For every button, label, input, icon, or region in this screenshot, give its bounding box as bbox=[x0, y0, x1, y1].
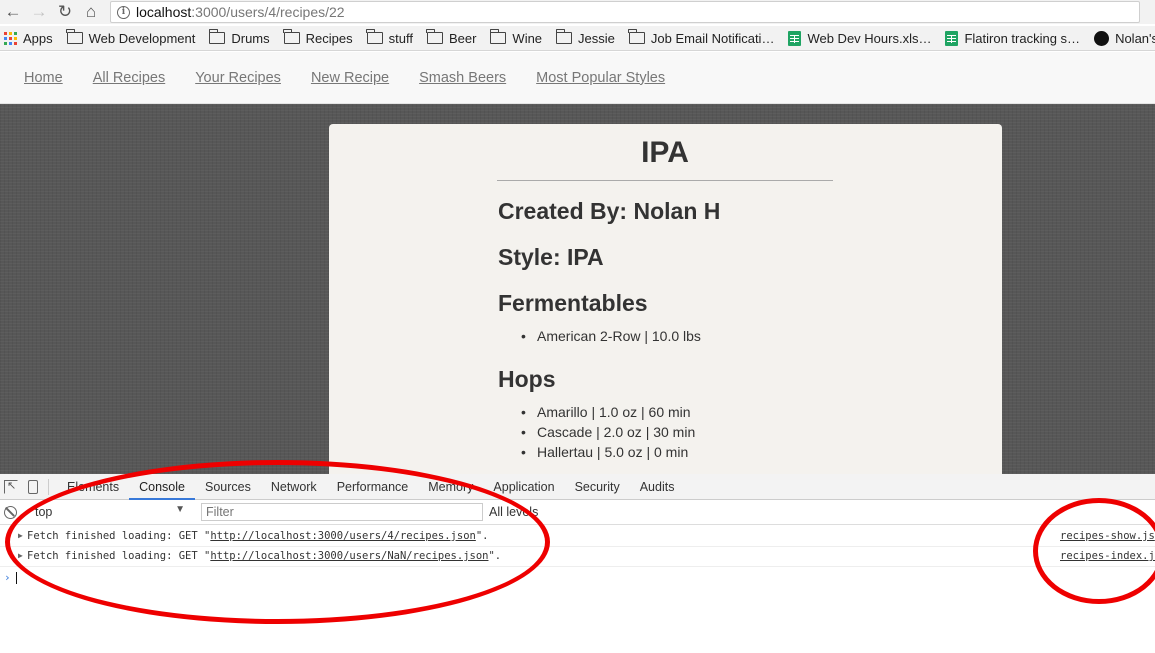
console-toolbar: top ▼ All levels bbox=[0, 500, 1155, 525]
bookmark-label: Beer bbox=[448, 30, 477, 46]
bookmarks-bar: Apps Web Development Drums Recipes stuff… bbox=[0, 26, 1155, 51]
tab-sources[interactable]: Sources bbox=[195, 474, 261, 500]
tab-security[interactable]: Security bbox=[565, 474, 630, 500]
bookmark-label: Drums bbox=[231, 30, 270, 46]
context-selector[interactable]: top ▼ bbox=[35, 504, 185, 519]
log-source-link[interactable]: recipes-index.js bbox=[1060, 550, 1155, 562]
console-log-line: ▶ Fetch finished loading: GET "http://lo… bbox=[0, 527, 1155, 547]
folder-icon bbox=[555, 29, 573, 44]
url-path: :3000/users/4/recipes/22 bbox=[191, 4, 345, 20]
log-message: Fetch finished loading: GET "http://loca… bbox=[27, 530, 489, 542]
hop-item: Cascade | 2.0 oz | 30 min bbox=[519, 422, 695, 442]
nav-all-recipes-link[interactable]: All Recipes bbox=[93, 70, 166, 86]
devtools-panel: Elements Console Sources Network Perform… bbox=[0, 474, 1155, 653]
bookmark-stuff[interactable]: stuff bbox=[366, 29, 421, 46]
folder-icon bbox=[366, 29, 383, 44]
github-icon bbox=[1094, 30, 1110, 46]
tab-console[interactable]: Console bbox=[129, 474, 195, 500]
hops-heading: Hops bbox=[498, 366, 556, 392]
recipe-title: IPA bbox=[497, 136, 833, 181]
tab-application[interactable]: Application bbox=[483, 474, 564, 500]
sheets-icon bbox=[945, 30, 959, 46]
browser-toolbar: ← → ↻ ⌂ i localhost:3000/users/4/recipes… bbox=[0, 0, 1155, 24]
folder-icon bbox=[628, 29, 645, 44]
bookmark-label: Web Development bbox=[88, 30, 196, 46]
nav-home-link[interactable]: Home bbox=[24, 70, 63, 86]
console-log-line: ▶ Fetch finished loading: GET "http://lo… bbox=[0, 547, 1155, 567]
nav-your-recipes-link[interactable]: Your Recipes bbox=[195, 70, 281, 86]
bookmark-nolans-repo[interactable]: Nolan's Repo bbox=[1094, 30, 1155, 46]
info-icon[interactable]: i bbox=[117, 5, 130, 19]
context-value: top bbox=[35, 505, 53, 519]
console-filter-input[interactable] bbox=[201, 503, 483, 521]
bookmark-beer[interactable]: Beer bbox=[426, 29, 484, 46]
clear-console-icon[interactable] bbox=[4, 505, 17, 519]
page-background: IPA Created By: Nolan H Style: IPA Ferme… bbox=[0, 104, 1155, 474]
tab-network[interactable]: Network bbox=[261, 474, 327, 500]
bookmark-label: Flatiron tracking s… bbox=[964, 30, 1081, 46]
apps-grid-icon bbox=[4, 31, 17, 45]
folder-icon bbox=[66, 29, 83, 44]
nav-most-popular-styles-link[interactable]: Most Popular Styles bbox=[536, 70, 665, 86]
nav-smash-beers-link[interactable]: Smash Beers bbox=[419, 70, 506, 86]
bookmark-web-development[interactable]: Web Development bbox=[66, 29, 204, 46]
bookmark-label: Recipes bbox=[305, 30, 353, 46]
bookmark-label: Wine bbox=[512, 30, 543, 46]
forward-arrow-icon[interactable]: → bbox=[26, 1, 52, 23]
folder-icon bbox=[283, 29, 300, 44]
divider bbox=[48, 478, 49, 495]
expand-triangle-icon[interactable]: ▶ bbox=[18, 531, 23, 540]
devtools-tabbar: Elements Console Sources Network Perform… bbox=[0, 474, 1155, 500]
bookmark-jessie[interactable]: Jessie bbox=[555, 29, 623, 46]
bookmark-label: stuff bbox=[388, 30, 413, 46]
bookmark-label: Jessie bbox=[578, 30, 615, 46]
bookmark-label: Web Dev Hours.xls… bbox=[807, 30, 932, 46]
recipe-style: Style: IPA bbox=[498, 244, 604, 270]
inspect-element-icon[interactable] bbox=[4, 479, 18, 494]
log-url-link[interactable]: http://localhost:3000/users/NaN/recipes.… bbox=[210, 550, 488, 562]
bookmark-recipes[interactable]: Recipes bbox=[283, 29, 361, 46]
recipe-card: IPA Created By: Nolan H Style: IPA Ferme… bbox=[329, 124, 1002, 474]
expand-triangle-icon[interactable]: ▶ bbox=[18, 551, 23, 560]
sheets-icon bbox=[788, 30, 802, 46]
bookmark-wine[interactable]: Wine bbox=[489, 29, 550, 46]
bookmark-label: Nolan's Repo bbox=[1115, 30, 1155, 46]
bookmark-web-dev-hours[interactable]: Web Dev Hours.xls… bbox=[788, 30, 939, 46]
nav-new-recipe-link[interactable]: New Recipe bbox=[311, 70, 389, 86]
bookmark-flatiron-tracking[interactable]: Flatiron tracking s… bbox=[945, 30, 1088, 46]
bookmark-drums[interactable]: Drums bbox=[208, 29, 277, 46]
tab-elements[interactable]: Elements bbox=[57, 474, 129, 500]
address-bar[interactable]: i localhost:3000/users/4/recipes/22 bbox=[110, 1, 1140, 23]
bookmark-apps[interactable]: Apps bbox=[4, 31, 61, 46]
console-input-caret[interactable] bbox=[16, 572, 17, 584]
recipe-created-by: Created By: Nolan H bbox=[498, 198, 721, 224]
log-levels-selector[interactable]: All levels bbox=[489, 505, 538, 519]
device-toolbar-icon[interactable] bbox=[28, 479, 38, 494]
log-source-link[interactable]: recipes-show.js bbox=[1060, 530, 1155, 542]
fermentable-item: American 2-Row | 10.0 lbs bbox=[519, 326, 701, 346]
app-navbar: Home All Recipes Your Recipes New Recipe… bbox=[0, 52, 1155, 104]
bookmark-job-email[interactable]: Job Email Notificati… bbox=[628, 29, 783, 46]
bookmark-label: Apps bbox=[23, 30, 53, 46]
fermentables-heading: Fermentables bbox=[498, 290, 648, 316]
tab-performance[interactable]: Performance bbox=[327, 474, 419, 500]
dropdown-arrow-icon: ▼ bbox=[175, 504, 185, 515]
folder-icon bbox=[426, 29, 443, 44]
url-host: localhost bbox=[136, 4, 192, 20]
log-url-link[interactable]: http://localhost:3000/users/4/recipes.js… bbox=[210, 530, 476, 542]
folder-icon bbox=[208, 29, 226, 44]
reload-icon[interactable]: ↻ bbox=[52, 1, 78, 23]
tab-memory[interactable]: Memory bbox=[418, 474, 483, 500]
log-message: Fetch finished loading: GET "http://loca… bbox=[27, 550, 502, 562]
folder-icon bbox=[489, 29, 507, 44]
bookmark-label: Job Email Notificati… bbox=[650, 30, 775, 46]
home-icon[interactable]: ⌂ bbox=[78, 1, 104, 23]
tab-audits[interactable]: Audits bbox=[630, 474, 685, 500]
back-arrow-icon[interactable]: ← bbox=[0, 1, 26, 23]
fermentables-list: American 2-Row | 10.0 lbs bbox=[519, 326, 701, 346]
hop-item: Amarillo | 1.0 oz | 60 min bbox=[519, 402, 695, 422]
hops-list: Amarillo | 1.0 oz | 60 min Cascade | 2.0… bbox=[519, 402, 695, 462]
console-prompt-icon: › bbox=[4, 571, 11, 584]
hop-item: Hallertau | 5.0 oz | 0 min bbox=[519, 442, 695, 462]
